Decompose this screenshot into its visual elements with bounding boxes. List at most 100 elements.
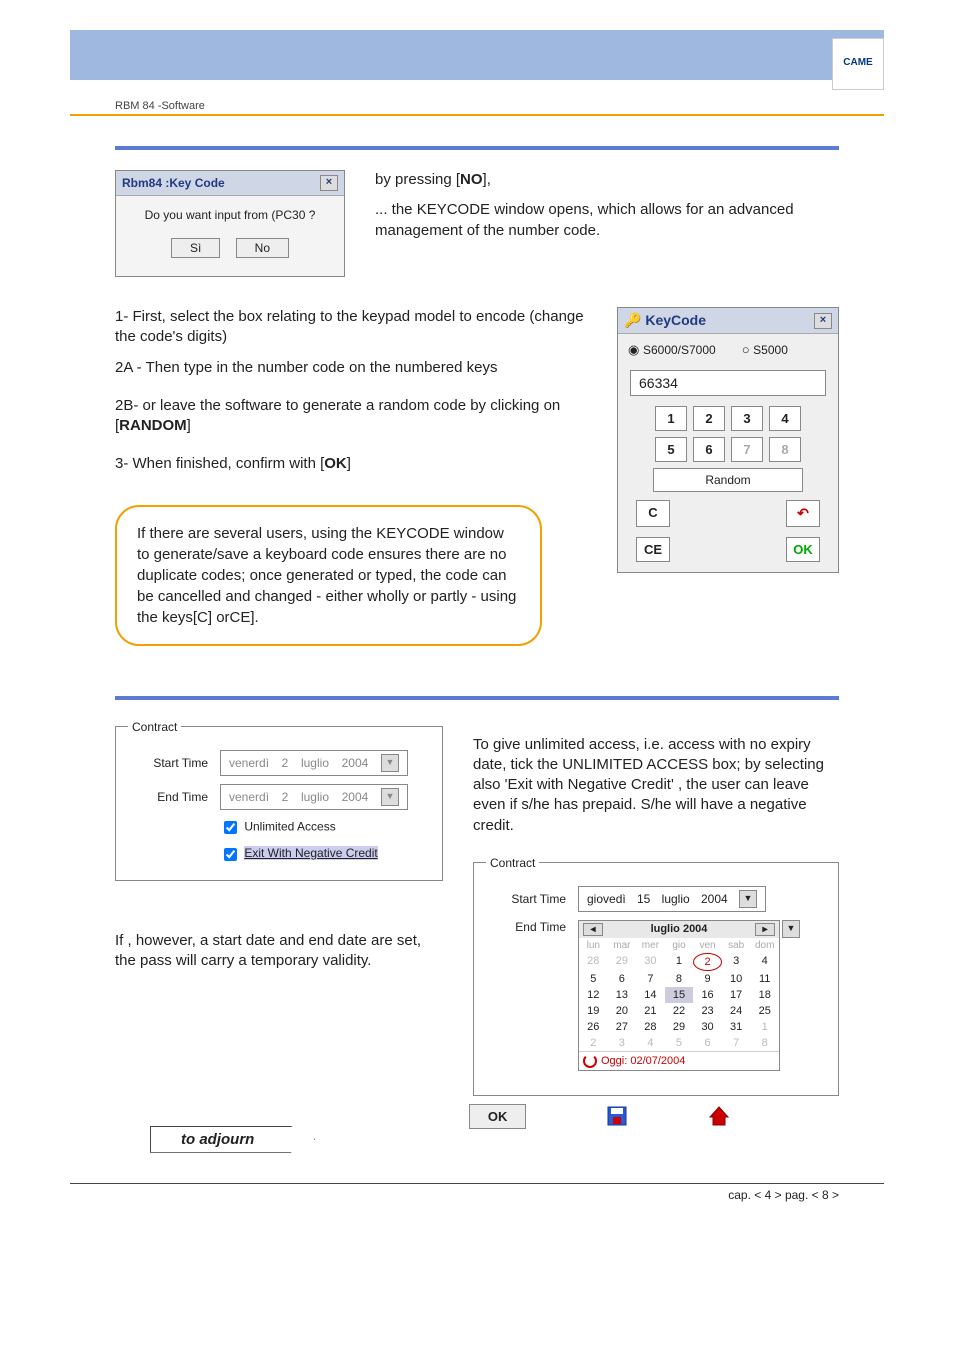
unlimited-checkbox[interactable] (224, 821, 237, 834)
keycode-display[interactable]: 66334 (630, 370, 826, 396)
next-month-button[interactable]: ▸ (755, 923, 775, 936)
adjourn-label: to adjourn (150, 1126, 315, 1153)
c-button[interactable]: C (636, 500, 670, 527)
calendar-day[interactable]: 5 (579, 971, 608, 987)
ce-button[interactable]: CE (636, 537, 670, 562)
step-2a: 2A - Then type in the number code on the… (115, 358, 587, 378)
keypad-key-8[interactable]: 8 (769, 437, 801, 462)
keypad-key-4[interactable]: 4 (769, 406, 801, 431)
chevron-down-icon[interactable]: ▼ (381, 788, 399, 806)
calendar-day[interactable]: 20 (608, 1003, 637, 1019)
step-2b: 2B- or leave the software to generate a … (115, 396, 587, 437)
start-time-field[interactable]: venerdì 2 luglio 2004 ▼ (220, 750, 408, 776)
end-time-field[interactable]: venerdì 2 luglio 2004 ▼ (220, 784, 408, 810)
calendar-day[interactable]: 25 (750, 1003, 779, 1019)
calendar-day[interactable]: 23 (693, 1003, 722, 1019)
calendar-day[interactable]: 5 (665, 1035, 694, 1051)
calendar-day[interactable]: 14 (636, 987, 665, 1003)
calendar-day[interactable]: 29 (608, 953, 637, 971)
end-time-label: End Time (486, 920, 566, 934)
calendar-day[interactable]: 8 (750, 1035, 779, 1051)
calendar-footer[interactable]: Oggi: 02/07/2004 (579, 1051, 779, 1070)
close-icon[interactable]: × (814, 313, 832, 329)
calendar-day[interactable]: 2 (693, 953, 722, 971)
calendar-day[interactable]: 27 (608, 1019, 637, 1035)
calendar-day[interactable]: 4 (636, 1035, 665, 1051)
radio-s5000[interactable]: S5000 (742, 342, 788, 358)
calendar-day[interactable]: 12 (579, 987, 608, 1003)
keypad-key-3[interactable]: 3 (731, 406, 763, 431)
calendar-day[interactable]: 2 (579, 1035, 608, 1051)
ok-button[interactable]: OK (786, 537, 820, 562)
calendar-day[interactable]: 13 (608, 987, 637, 1003)
calendar-dow: lun (579, 938, 608, 953)
calendar-day[interactable]: 6 (693, 1035, 722, 1051)
unlimited-label: Unlimited Access (244, 819, 335, 833)
calendar-day[interactable]: 4 (750, 953, 779, 971)
keypad-key-7[interactable]: 7 (731, 437, 763, 462)
calendar-day[interactable]: 8 (665, 971, 694, 987)
calendar-day[interactable]: 21 (636, 1003, 665, 1019)
intro-para: ... the KEYCODE window opens, which allo… (375, 200, 839, 241)
calendar-day[interactable]: 9 (693, 971, 722, 987)
divider (115, 146, 839, 150)
calendar-day[interactable]: 6 (608, 971, 637, 987)
chevron-down-icon[interactable]: ▼ (782, 920, 800, 938)
close-icon[interactable]: × (320, 175, 338, 191)
section-label: RBM 84 -Software (70, 86, 884, 116)
came-logo: CAME (832, 38, 884, 90)
undo-icon[interactable]: ↶ (786, 500, 820, 527)
step-3: 3- When finished, confirm with [OK] (115, 454, 587, 474)
calendar-dow: gio (665, 938, 694, 953)
calendar-title: luglio 2004 (651, 923, 708, 935)
calendar-day[interactable]: 26 (579, 1019, 608, 1035)
contract-legend: Contract (128, 720, 181, 734)
contract-fieldset-2: Contract Start Time giovedì 15 luglio 20… (473, 856, 839, 1096)
chevron-down-icon[interactable]: ▼ (739, 890, 757, 908)
no-button[interactable]: No (236, 238, 289, 258)
calendar-day[interactable]: 16 (693, 987, 722, 1003)
calendar-day[interactable]: 19 (579, 1003, 608, 1019)
keypad-key-6[interactable]: 6 (693, 437, 725, 462)
save-icon[interactable] (606, 1105, 628, 1127)
calendar-day[interactable]: 29 (665, 1019, 694, 1035)
calendar-day[interactable]: 1 (665, 953, 694, 971)
ok-button[interactable]: OK (469, 1104, 527, 1129)
calendar-popup[interactable]: ◂ luglio 2004 ▸ lunmarmergiovensabdom 28… (578, 920, 780, 1071)
calendar-day[interactable]: 10 (722, 971, 751, 987)
calendar-day[interactable]: 24 (722, 1003, 751, 1019)
keypad-key-5[interactable]: 5 (655, 437, 687, 462)
calendar-day[interactable]: 31 (722, 1019, 751, 1035)
calendar-day[interactable]: 7 (722, 1035, 751, 1051)
prev-month-button[interactable]: ◂ (583, 923, 603, 936)
calendar-day[interactable]: 28 (636, 1019, 665, 1035)
calendar-day[interactable]: 30 (636, 953, 665, 971)
calendar-day[interactable]: 15 (665, 987, 694, 1003)
dialog-title: Rbm84 :Key Code (122, 176, 225, 190)
calendar-dow: mar (608, 938, 637, 953)
yes-button[interactable]: Sì (171, 238, 220, 258)
chevron-down-icon[interactable]: ▼ (381, 754, 399, 772)
keypad-key-1[interactable]: 1 (655, 406, 687, 431)
negative-credit-checkbox[interactable] (224, 848, 237, 861)
key-icon: 🔑 (624, 312, 645, 328)
calendar-day[interactable]: 18 (750, 987, 779, 1003)
start-time-label: Start Time (486, 892, 566, 906)
home-icon[interactable] (708, 1105, 730, 1127)
calendar-day[interactable]: 22 (665, 1003, 694, 1019)
calendar-day[interactable]: 28 (579, 953, 608, 971)
keypad-key-2[interactable]: 2 (693, 406, 725, 431)
step-1: 1- First, select the box relating to the… (115, 307, 587, 348)
keycode-window: 🔑 KeyCode × S6000/S7000 S5000 66334 1234… (617, 307, 839, 573)
random-button[interactable]: Random (653, 468, 803, 492)
calendar-day[interactable]: 30 (693, 1019, 722, 1035)
calendar-day[interactable]: 3 (608, 1035, 637, 1051)
calendar-day[interactable]: 3 (722, 953, 751, 971)
calendar-day[interactable]: 17 (722, 987, 751, 1003)
start-time-field[interactable]: giovedì 15 luglio 2004 ▼ (578, 886, 766, 912)
calendar-day[interactable]: 11 (750, 971, 779, 987)
keycode-title: KeyCode (645, 312, 706, 328)
calendar-day[interactable]: 7 (636, 971, 665, 987)
radio-s6000[interactable]: S6000/S7000 (628, 342, 716, 358)
calendar-day[interactable]: 1 (750, 1019, 779, 1035)
